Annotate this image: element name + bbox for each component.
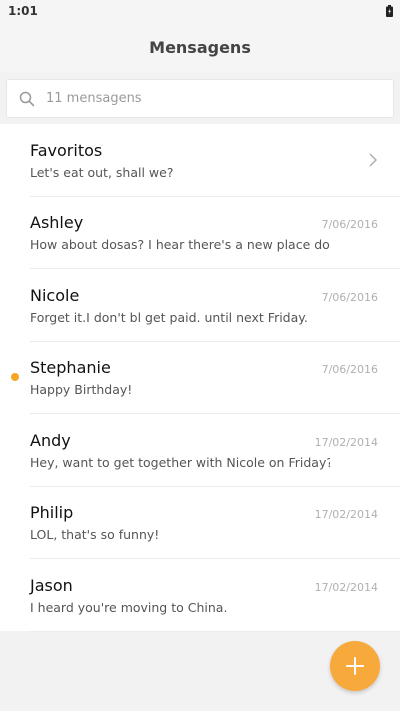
- search-placeholder: 11 mensagens: [46, 91, 142, 106]
- message-date: 17/02/2014: [314, 436, 378, 449]
- message-preview: Hey, want to get together with Nicole on…: [30, 455, 330, 470]
- message-date: 17/02/2014: [314, 581, 378, 594]
- status-time: 1:01: [8, 4, 38, 18]
- contact-name: Andy: [30, 431, 71, 450]
- search-icon: [19, 91, 35, 107]
- app-header: Mensagens: [0, 24, 400, 72]
- message-preview: How about dosas? I hear there's a new pl…: [30, 237, 330, 252]
- list-item-favoritos[interactable]: Favoritos Let's eat out, shall we?: [0, 124, 400, 197]
- contact-name: Jason: [30, 576, 73, 595]
- list-item-jason[interactable]: Jason I heard you're moving to China. 17…: [0, 559, 400, 632]
- message-date: 7/06/2016: [321, 291, 378, 304]
- message-preview: I heard you're moving to China.: [30, 600, 228, 615]
- message-date: 7/06/2016: [321, 218, 378, 231]
- battery-icon: [386, 5, 393, 17]
- plus-icon: [346, 657, 364, 675]
- list-item-andy[interactable]: Andy Hey, want to get together with Nico…: [0, 414, 400, 487]
- list-item-philip[interactable]: Philip LOL, that's so funny! 17/02/2014: [0, 486, 400, 559]
- new-message-button[interactable]: [330, 641, 380, 691]
- search-input[interactable]: 11 mensagens: [6, 79, 394, 118]
- message-list: Favoritos Let's eat out, shall we? Ashle…: [0, 124, 400, 632]
- page-title: Mensagens: [149, 38, 251, 57]
- contact-name: Philip: [30, 503, 74, 522]
- unread-dot: [11, 373, 19, 381]
- message-preview: Forget it.I don't bl get paid. until nex…: [30, 310, 308, 325]
- contact-name: Ashley: [30, 213, 84, 232]
- list-item-nicole[interactable]: Nicole Forget it.I don't bl get paid. un…: [0, 269, 400, 342]
- contact-name: Nicole: [30, 286, 80, 305]
- list-item-stephanie[interactable]: Stephanie Happy Birthday! 7/06/2016: [0, 341, 400, 414]
- chevron-right-icon: [369, 153, 377, 167]
- divider: [30, 631, 400, 632]
- contact-name: Favoritos: [30, 141, 103, 160]
- message-date: 7/06/2016: [321, 363, 378, 376]
- contact-name: Stephanie: [30, 358, 111, 377]
- message-preview: Let's eat out, shall we?: [30, 165, 174, 180]
- message-date: 17/02/2014: [314, 508, 378, 521]
- status-bar: 1:01: [0, 0, 400, 24]
- list-item-ashley[interactable]: Ashley How about dosas? I hear there's a…: [0, 196, 400, 269]
- message-preview: LOL, that's so funny!: [30, 527, 160, 542]
- message-preview: Happy Birthday!: [30, 382, 133, 397]
